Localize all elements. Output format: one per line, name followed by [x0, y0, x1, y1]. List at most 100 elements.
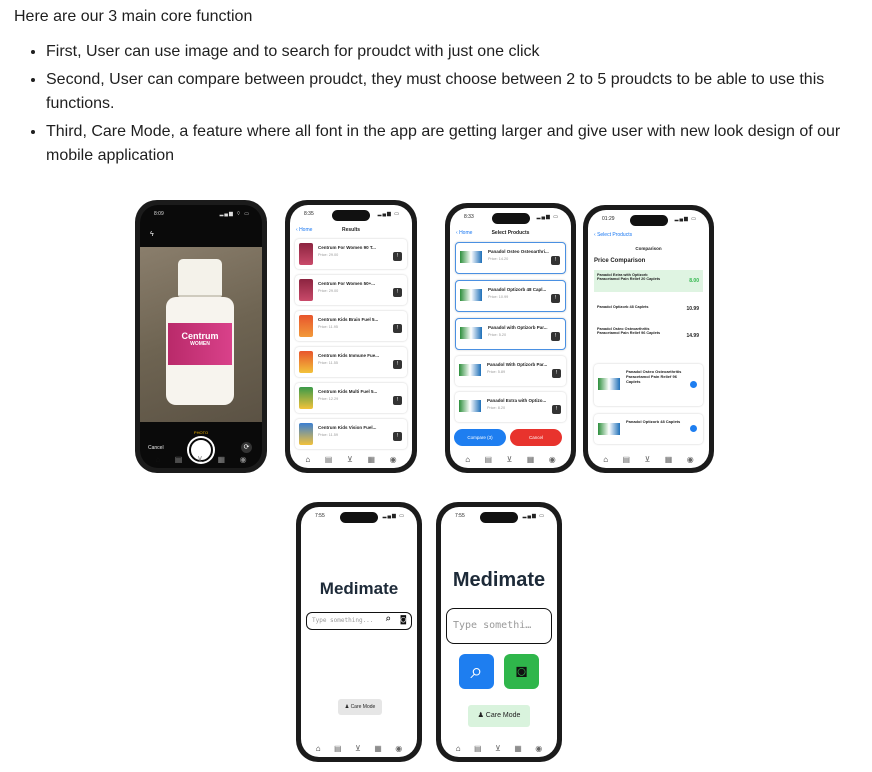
page-title: Results: [341, 227, 361, 233]
status-time: 01:29: [602, 216, 615, 222]
select-list: Panadol Osteo Osteoarthri... Price: 14.20…: [455, 242, 566, 428]
results-list: Centrum For Women 90 T... Price: 29.00! C…: [295, 239, 407, 455]
cart-icon[interactable]: ⊻: [507, 455, 513, 464]
comparison-card[interactable]: Panadol Osteo Osteoarthritis Paracetamol…: [594, 364, 703, 406]
comparison-row: Panadol Osteo Osteoarthritis Paracetamol…: [597, 327, 699, 339]
comparison-card[interactable]: Panadol Optizorb 48 Caplets: [594, 414, 703, 444]
home-icon[interactable]: ⌂: [305, 455, 310, 464]
profile-icon[interactable]: ◉: [535, 744, 542, 753]
check-icon[interactable]: [690, 425, 697, 432]
camera-preview: Centrum WOMEN: [140, 247, 262, 422]
info-icon[interactable]: !: [393, 288, 402, 297]
profile-icon[interactable]: ◉: [240, 455, 247, 464]
camera-icon[interactable]: ◙: [401, 615, 406, 625]
search-input[interactable]: Type somethi…: [446, 608, 552, 644]
app-title: Medimate: [452, 569, 546, 591]
page-title: Select Products: [491, 230, 530, 236]
home-icon[interactable]: ⌂: [456, 744, 461, 753]
status-time: 7:55: [315, 513, 325, 519]
map-icon[interactable]: ▦: [374, 744, 382, 753]
profile-icon[interactable]: ◉: [687, 455, 694, 464]
signal-icon: ▂▄▆ ▭: [536, 214, 559, 220]
cancel-button[interactable]: Cancel: [510, 429, 562, 446]
list-icon[interactable]: ▤: [474, 744, 482, 753]
list-item[interactable]: Panadol with Optizorb Par... Price: 5.20!: [455, 318, 566, 350]
status-time: 8:35: [304, 211, 314, 217]
signal-icon: ▂▄▆ ⌔ ▭: [219, 211, 250, 217]
comparison-row: Panadol Optizorb 48 Caplets 10.99: [597, 305, 699, 312]
compare-button[interactable]: Compare (3): [454, 429, 506, 446]
back-button[interactable]: ‹ Select Products: [594, 232, 632, 238]
info-icon[interactable]: !: [551, 256, 560, 265]
cart-icon[interactable]: ⊻: [495, 744, 501, 753]
care-mode-button[interactable]: ♟ Care Mode: [338, 699, 382, 715]
list-item[interactable]: Centrum Kids Vision Fuel... Price: 11.59!: [295, 419, 407, 449]
home-icon[interactable]: ⌂: [603, 455, 608, 464]
search-input[interactable]: Type something... ⌕ ◙: [306, 612, 412, 630]
status-time: 8:09: [154, 211, 164, 217]
info-icon[interactable]: !: [393, 360, 402, 369]
map-icon[interactable]: ▦: [367, 455, 375, 464]
signal-icon: ▂▄▆ ▭: [377, 211, 400, 217]
feature-item: Third, Care Mode, a feature where all fo…: [46, 120, 872, 168]
profile-icon[interactable]: ◉: [390, 455, 397, 464]
status-time: 7:55: [455, 513, 465, 519]
camera-icon[interactable]: ◙: [504, 654, 539, 689]
cart-icon[interactable]: ⊻: [645, 455, 651, 464]
list-icon[interactable]: ▤: [175, 455, 183, 464]
info-icon[interactable]: !: [551, 332, 560, 341]
signal-icon: ▂▄▆ ▭: [522, 513, 545, 519]
info-icon[interactable]: !: [393, 324, 402, 333]
map-icon[interactable]: ▦: [514, 744, 522, 753]
list-icon[interactable]: ▤: [485, 455, 493, 464]
phone-results: 8:35 ▂▄▆ ▭ ‹ Home Results Centrum For Wome…: [285, 200, 417, 473]
comparison-row: Panadol Extra with Optizorb Paracetamol …: [594, 270, 703, 292]
care-mode-button[interactable]: ♟ Care Mode: [468, 705, 530, 727]
camera-screen: 8:09 ▂▄▆ ⌔ ▭ ϟ Centrum WOMEN PHOTO Cancel …: [140, 205, 262, 468]
phone-camera: 8:09 ▂▄▆ ⌔ ▭ ϟ Centrum WOMEN PHOTO Cancel …: [135, 200, 267, 473]
list-item[interactable]: Centrum Kids Immune Fue... Price: 11.55!: [295, 347, 407, 377]
app-title: Medimate: [319, 579, 399, 598]
flash-icon[interactable]: ϟ: [150, 231, 154, 238]
info-icon[interactable]: !: [393, 252, 402, 261]
section-heading: Price Comparison: [594, 258, 646, 264]
feature-item: First, User can use image and to search …: [46, 40, 872, 64]
map-icon[interactable]: ▦: [527, 455, 535, 464]
info-icon[interactable]: !: [393, 396, 402, 405]
list-item[interactable]: Centrum For Women 50+... Price: 29.00!: [295, 275, 407, 305]
list-icon[interactable]: ▤: [623, 455, 631, 464]
list-item[interactable]: Panadol Optizorb 48 Capl... Price: 10.99!: [455, 280, 566, 312]
info-icon[interactable]: !: [393, 432, 402, 441]
phone-comparison: 01:29 ▂▄▆ ▭ ‹ Select Products Comparison …: [583, 205, 714, 473]
cancel-button[interactable]: Cancel: [148, 445, 164, 451]
info-icon[interactable]: !: [552, 369, 561, 378]
home-icon[interactable]: ⌂: [155, 455, 160, 464]
cart-icon[interactable]: ⊻: [197, 455, 203, 464]
profile-icon[interactable]: ◉: [549, 455, 556, 464]
intro-text: Here are our 3 main core function: [14, 8, 253, 25]
profile-icon[interactable]: ◉: [395, 744, 402, 753]
list-item[interactable]: Centrum For Women 90 T... Price: 29.00!: [295, 239, 407, 269]
search-icon[interactable]: ⌕: [459, 654, 494, 689]
list-item[interactable]: Centrum Kids Brain Fuel 5... Price: 11.95…: [295, 311, 407, 341]
cart-icon[interactable]: ⊻: [355, 744, 361, 753]
list-icon[interactable]: ▤: [334, 744, 342, 753]
feature-item: Second, User can compare between proudct…: [46, 68, 872, 116]
list-item[interactable]: Panadol Osteo Osteoarthri... Price: 14.20…: [455, 242, 566, 274]
map-icon[interactable]: ▦: [217, 455, 225, 464]
list-icon[interactable]: ▤: [325, 455, 333, 464]
list-item[interactable]: Panadol Extra with Optizo... Price: 8.20!: [455, 392, 566, 422]
home-icon[interactable]: ⌂: [316, 744, 321, 753]
map-icon[interactable]: ▦: [665, 455, 673, 464]
phone-medimate-care: 7:55 ▂▄▆ ▭ Medimate Type somethi… ⌕ ◙ ♟ C…: [436, 502, 562, 762]
cart-icon[interactable]: ⊻: [347, 455, 353, 464]
info-icon[interactable]: !: [552, 405, 561, 414]
list-item[interactable]: Panadol With Optizorb Par... Price: 5.89!: [455, 356, 566, 386]
photo-mode-label[interactable]: PHOTO: [140, 430, 262, 435]
check-icon[interactable]: [690, 381, 697, 388]
home-icon[interactable]: ⌂: [465, 455, 470, 464]
search-icon[interactable]: ⌕: [385, 614, 391, 625]
list-item[interactable]: Centrum Kids Multi Fuel 5... Price: 12.29…: [295, 383, 407, 413]
info-icon[interactable]: !: [551, 294, 560, 303]
signal-icon: ▂▄▆ ▭: [674, 216, 697, 222]
